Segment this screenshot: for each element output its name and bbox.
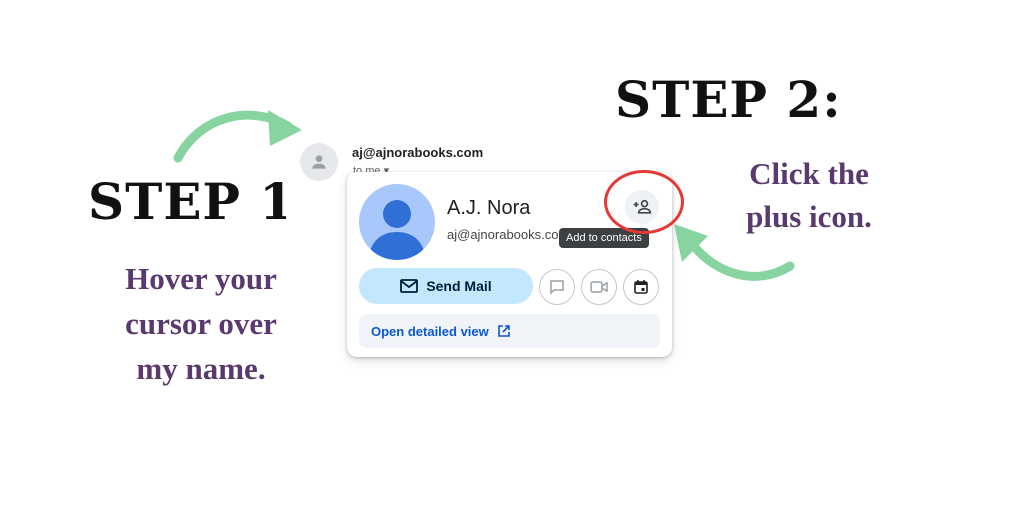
step2-title: STEP 2: — [615, 70, 842, 129]
video-call-button[interactable] — [581, 269, 617, 305]
sender-email[interactable]: aj@ajnorabooks.com — [352, 145, 483, 160]
step1-arrow — [173, 110, 302, 163]
step2-arrow — [674, 224, 795, 281]
send-mail-label: Send Mail — [426, 278, 492, 294]
open-detailed-view-label: Open detailed view — [371, 323, 489, 339]
contact-email: aj@ajnorabooks.com — [447, 227, 570, 242]
chat-button[interactable] — [539, 269, 575, 305]
chat-icon — [550, 280, 564, 295]
video-icon — [590, 281, 608, 293]
person-icon — [369, 200, 425, 260]
step1-title: STEP 1: — [88, 172, 315, 231]
open-external-icon — [497, 325, 510, 337]
contact-name: A.J. Nora — [447, 197, 531, 219]
step1-description: Hover your cursor over my name. — [125, 261, 277, 386]
profile-avatar — [359, 184, 435, 260]
calendar-icon — [634, 280, 648, 294]
open-detailed-view-link[interactable]: Open detailed view — [359, 314, 660, 348]
send-mail-button[interactable]: Send Mail — [359, 268, 533, 304]
schedule-button[interactable] — [623, 269, 659, 305]
person-icon — [312, 155, 326, 169]
mail-icon — [400, 279, 419, 293]
